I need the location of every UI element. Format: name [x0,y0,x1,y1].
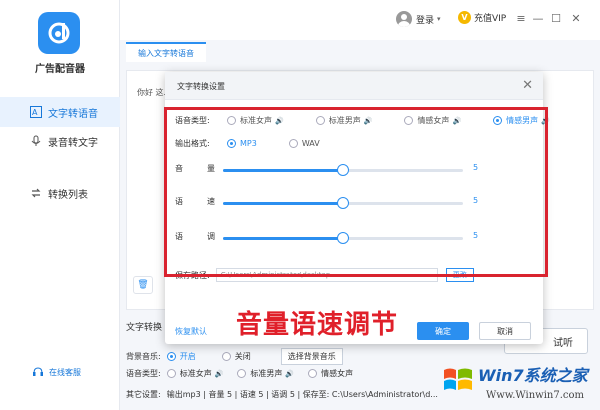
microphone-icon [30,135,42,147]
vip-crown-icon: V [458,11,471,24]
sidebar-item-label: 文字转语音 [48,108,98,120]
ok-button[interactable]: 确定 [417,322,469,340]
sidebar: 广告配音器 A 文字转语音 录音转文字 转换列表 在线客服 [0,0,120,410]
voice-option: 标准男声 [250,369,283,378]
vip-button[interactable]: V 充值VIP [458,11,506,24]
voice-radio[interactable] [166,369,176,378]
login-label: 登录 [416,15,435,26]
vip-label: 充值VIP [474,14,507,24]
sidebar-item-conversion-list[interactable]: 转换列表 [0,178,120,208]
dialog-header: 文字转换设置 ✕ [165,72,543,100]
bgm-off-label: 关闭 [234,352,251,361]
voice-row: 语音类型: 标准女声 🔊 标准男声 🔊 情感女声 [126,368,353,379]
caption-overlay: 音量语速调节 [236,310,399,340]
sidebar-item-speech-to-text[interactable]: 录音转文字 [0,126,120,156]
tab-text-input[interactable]: 输入文字转语音 [126,42,206,62]
voice-option: 情感女声 [321,369,354,378]
header: 登录 ▾ V 充值VIP ≡ — ☐ ✕ [120,0,600,40]
login-button[interactable]: 登录 ▾ [396,11,441,27]
other-label: 其它设置: [126,390,161,399]
trash-icon: 🗑 [137,280,149,290]
watermark-url: Www.Winwin7.com [486,390,584,401]
reset-default-link[interactable]: 恢复默认 [175,326,207,337]
svg-text:A: A [32,108,38,117]
dialog-close-icon[interactable]: ✕ [522,78,533,93]
bgm-label: 背景音乐: [126,352,161,361]
app-logo-icon [38,12,80,54]
minimize-icon[interactable]: — [532,12,544,25]
voice-label: 语音类型: [126,369,161,378]
close-icon[interactable]: ✕ [570,12,582,25]
bgm-on-radio[interactable] [166,352,176,361]
support-label: 在线客服 [49,367,81,377]
watermark-title: Win7系统之家 [478,366,588,385]
sidebar-item-text-to-speech[interactable]: A 文字转语音 [0,97,120,127]
voice-radio[interactable] [308,369,318,378]
sidebar-item-label: 录音转文字 [48,137,98,149]
bgm-on-label: 开启 [179,352,196,361]
text-to-speech-icon: A [30,106,42,118]
menu-icon[interactable]: ≡ [515,12,527,25]
windows-logo-icon [444,368,472,390]
voice-option: 标准女声 [179,369,212,378]
other-settings-summary: 输出mp3 | 音量 5 | 语速 5 | 语调 5 | 保存至: C:\Use… [166,390,438,399]
dialog-title: 文字转换设置 [177,82,225,91]
chevron-down-icon: ▾ [437,15,441,23]
maximize-icon[interactable]: ☐ [550,12,562,25]
sidebar-item-label: 转换列表 [48,189,88,201]
avatar-icon [396,11,412,27]
select-bgm-button[interactable]: 选择背景音乐 [280,348,343,365]
list-icon [30,187,42,199]
other-settings-row: 其它设置: 输出mp3 | 音量 5 | 语速 5 | 语调 5 | 保存至: … [126,389,438,400]
speaker-icon: 🔊 [214,369,224,378]
online-support-link[interactable]: 在线客服 [32,366,81,378]
clear-button[interactable]: 🗑 [133,276,153,294]
section-title: 文字转换 [126,323,163,333]
voice-radio[interactable] [237,369,247,378]
app-title: 广告配音器 [35,64,85,75]
speaker-icon: 🔊 [285,369,295,378]
cancel-button[interactable]: 取消 [479,322,531,340]
watermark: Win7系统之家 Www.Winwin7.com [436,358,598,408]
highlight-box [164,107,548,277]
bgm-off-radio[interactable] [221,352,231,361]
tab-strip: 输入文字转语音 [120,40,600,62]
headset-icon [32,366,44,378]
bgm-row: 背景音乐: 开启 关闭 选择背景音乐 [126,348,343,365]
